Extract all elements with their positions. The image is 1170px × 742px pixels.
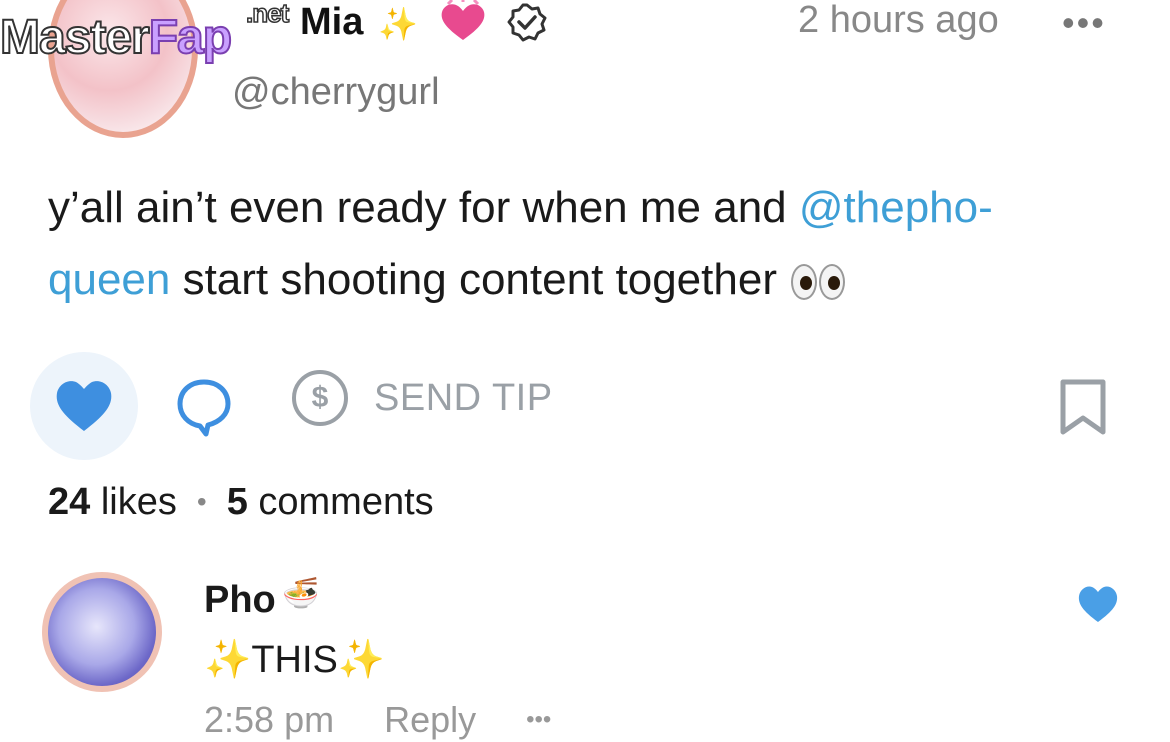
likes-label[interactable]: likes <box>101 480 177 524</box>
heart-icon <box>56 381 112 431</box>
post-text-before: y’all ain’t even ready for when me and <box>48 183 799 232</box>
comment-bubble-icon[interactable] <box>176 378 232 438</box>
post-timestamp: 2 hours ago <box>798 0 999 41</box>
send-tip-label: SEND TIP <box>374 376 553 419</box>
comment-meta: 2:58 pm Reply ••• <box>204 698 601 742</box>
more-options-icon[interactable]: ••• <box>1062 5 1106 41</box>
eyes-emoji <box>789 262 849 302</box>
likes-count[interactable]: 24 <box>48 480 90 524</box>
site-watermark: MasterFap .net <box>0 0 290 64</box>
post-text-after: start shooting content together <box>170 255 790 304</box>
commenter-avatar[interactable] <box>42 572 162 692</box>
comment-text: ✨THIS✨ <box>204 638 385 682</box>
sparkle-left-emoji: ✨ <box>204 639 252 681</box>
sparkling-heart-icon <box>441 0 485 40</box>
comment-more-icon[interactable]: ••• <box>526 698 551 742</box>
author-handle[interactable]: @cherrygurl <box>232 70 440 114</box>
author-name[interactable]: Mia <box>300 0 363 44</box>
verified-badge-icon <box>507 3 547 42</box>
sparkles-emoji: ✨ <box>378 6 418 42</box>
comments-count[interactable]: 5 <box>227 480 248 524</box>
dollar-icon: $ <box>292 370 348 426</box>
commenter-name[interactable]: Pho <box>204 578 276 622</box>
comment-time: 2:58 pm <box>204 699 335 740</box>
stats-separator: • <box>196 486 207 517</box>
sparkle-right-emoji: ✨ <box>337 639 386 681</box>
comment-like-heart-icon[interactable] <box>1076 584 1120 624</box>
noodle-bowl-emoji: 🍜 <box>282 577 320 610</box>
comment-body: THIS <box>251 639 338 681</box>
comments-label[interactable]: comments <box>258 480 433 524</box>
like-button[interactable] <box>30 352 138 460</box>
reply-button[interactable]: Reply <box>384 698 476 742</box>
send-tip-button[interactable]: $ SEND TIP <box>292 370 553 426</box>
post-text: y’all ain’t even ready for when me and @… <box>48 172 1088 316</box>
post-stats: 24 likes • 5 comments <box>48 480 434 524</box>
bookmark-icon[interactable] <box>1058 378 1108 436</box>
